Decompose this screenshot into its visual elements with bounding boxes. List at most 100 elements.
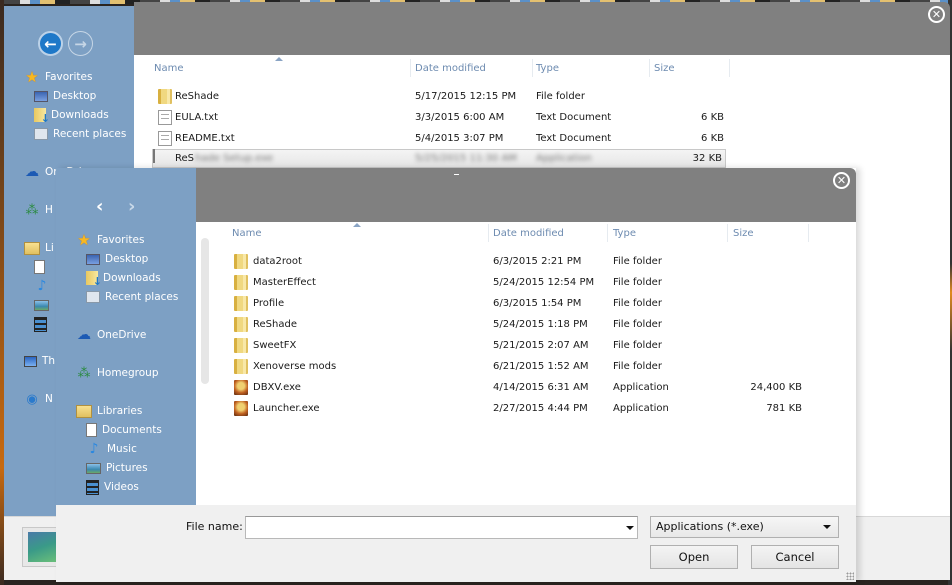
resize-grip[interactable] <box>846 572 854 580</box>
column-divider <box>727 224 728 242</box>
arrow-right-icon: → <box>74 34 87 53</box>
file-row-selected[interactable]: ReS hade Setup.exe 5/25/2015 11:30 AM Ap… <box>152 149 726 168</box>
file-size: 781 KB <box>766 403 802 414</box>
cancel-button[interactable]: Cancel <box>751 545 839 569</box>
folder-icon <box>234 254 248 269</box>
file-type: File folder <box>613 277 662 288</box>
column-header-type[interactable]: Type <box>613 228 636 239</box>
nav-homegroup[interactable]: ⁂ H <box>24 202 53 218</box>
videos-icon <box>86 479 99 495</box>
music-icon: ♪ <box>89 441 99 457</box>
vertical-scrollbar[interactable] <box>201 238 209 384</box>
nav-this-pc[interactable]: Th <box>24 353 55 369</box>
downloads-icon <box>34 108 50 125</box>
file-row[interactable]: SweetFX 5/21/2015 2:07 AM File folder <box>232 335 812 356</box>
open-button[interactable]: Open <box>650 545 738 569</box>
file-name: Xenoverse mods <box>253 361 337 372</box>
file-row[interactable]: ReShade 5/24/2015 1:18 PM File folder <box>232 314 812 335</box>
file-row[interactable]: ReShade 5/17/2015 12:15 PM File folder <box>154 86 734 107</box>
libraries-icon <box>76 404 92 418</box>
desktop-icon <box>86 253 100 265</box>
file-name-dropdown-icon[interactable] <box>626 526 634 530</box>
file-date: 6/3/2015 1:54 PM <box>493 298 582 309</box>
nav-downloads[interactable]: Downloads <box>86 270 161 288</box>
file-name: Profile <box>253 298 285 309</box>
column-header-size[interactable]: Size <box>733 228 754 239</box>
back-button[interactable]: ‹ <box>96 196 103 217</box>
file-size: 24,400 KB <box>750 382 802 393</box>
nav-libraries[interactable]: Libraries <box>76 403 142 419</box>
nav-desktop[interactable]: Desktop <box>86 251 148 267</box>
back-button[interactable]: ← <box>38 31 63 56</box>
file-type: Application <box>613 403 669 414</box>
homegroup-icon: ⁂ <box>77 365 91 381</box>
nav-libraries[interactable]: Li <box>24 240 54 256</box>
file-row[interactable]: Profile 6/3/2015 1:54 PM File folder <box>232 293 812 314</box>
column-header-size[interactable]: Size <box>654 63 675 74</box>
nav-favorites[interactable]: ★ Favorites <box>76 231 144 249</box>
forward-button[interactable]: → <box>68 31 93 56</box>
nav-recent-places[interactable]: Recent places <box>34 126 126 142</box>
file-name: MasterEffect <box>253 277 316 288</box>
column-divider <box>410 59 411 77</box>
column-header-name[interactable]: Name <box>154 63 184 74</box>
file-date: 2/27/2015 4:44 PM <box>493 403 588 414</box>
nav-videos[interactable]: Videos <box>86 479 139 495</box>
nav-pictures[interactable]: Pictures <box>86 460 148 476</box>
file-type: File folder <box>613 256 662 267</box>
column-header-name[interactable]: Name <box>232 228 262 239</box>
file-row[interactable]: Xenoverse mods 6/21/2015 1:52 AM File fold… <box>232 356 812 377</box>
file-row[interactable]: MasterEffect 5/24/2015 12:54 PM File folde… <box>232 272 812 293</box>
column-divider <box>649 59 650 77</box>
file-row[interactable]: data2root 6/3/2015 2:21 PM File folder <box>232 251 812 272</box>
file-row[interactable]: EULA.txt 3/3/2015 6:00 AM Text Document … <box>154 107 734 128</box>
forward-button[interactable]: › <box>128 196 135 217</box>
onedrive-icon: ☁ <box>77 327 91 343</box>
title-bar: ✕ <box>134 2 950 55</box>
nav-documents[interactable]: Documents <box>86 422 162 438</box>
title-placeholder-mark <box>454 174 459 175</box>
file-type-filter-select[interactable]: Applications (*.exe) <box>650 516 839 538</box>
file-row[interactable]: DBXV.exe 4/14/2015 6:31 AM Application 24,4… <box>232 377 812 398</box>
column-divider <box>729 59 730 77</box>
nav-videos[interactable] <box>34 316 52 332</box>
column-divider <box>808 224 809 242</box>
installer-icon <box>153 149 155 163</box>
folder-icon <box>234 317 248 332</box>
folder-icon <box>234 359 248 374</box>
sort-ascending-icon <box>275 57 283 61</box>
title-bar: ✕ <box>196 168 856 222</box>
nav-favorites[interactable]: ★ Favorites <box>24 68 92 86</box>
file-row[interactable]: Launcher.exe 2/27/2015 4:44 PM Application… <box>232 398 812 419</box>
music-icon: ♪ <box>37 278 47 294</box>
nav-network[interactable]: ◉ N <box>24 391 53 407</box>
chevron-right-icon: › <box>128 196 136 217</box>
chevron-left-icon: ‹ <box>96 196 104 217</box>
nav-homegroup[interactable]: ⁂ Homegroup <box>76 365 159 381</box>
nav-downloads[interactable]: Downloads <box>34 107 109 125</box>
close-icon: ✕ <box>931 8 942 21</box>
pictures-icon <box>86 462 101 474</box>
folder-icon <box>234 296 248 311</box>
column-divider <box>532 59 533 77</box>
game-exe-icon <box>234 401 248 416</box>
nav-music[interactable]: ♪ Music <box>86 441 137 457</box>
nav-recent-places[interactable]: Recent places <box>86 289 178 305</box>
column-header-date[interactable]: Date modified <box>415 63 486 74</box>
nav-pictures[interactable] <box>34 297 54 313</box>
nav-onedrive[interactable]: ☁ OneDrive <box>76 327 146 343</box>
close-button[interactable]: ✕ <box>928 6 945 23</box>
folder-icon <box>158 89 172 104</box>
text-file-icon <box>158 110 172 125</box>
downloads-icon <box>86 271 102 288</box>
file-row[interactable]: README.txt 5/4/2015 3:07 PM Text Documen… <box>154 128 734 149</box>
file-name: ReShade <box>253 319 297 330</box>
nav-music[interactable]: ♪ <box>34 278 55 294</box>
column-header-date[interactable]: Date modified <box>493 228 564 239</box>
close-button[interactable]: ✕ <box>833 172 850 189</box>
arrow-left-icon: ← <box>44 34 57 53</box>
nav-documents[interactable] <box>34 259 50 275</box>
nav-desktop[interactable]: Desktop <box>34 88 96 104</box>
column-header-type[interactable]: Type <box>536 63 559 74</box>
file-name-input[interactable] <box>245 516 638 539</box>
